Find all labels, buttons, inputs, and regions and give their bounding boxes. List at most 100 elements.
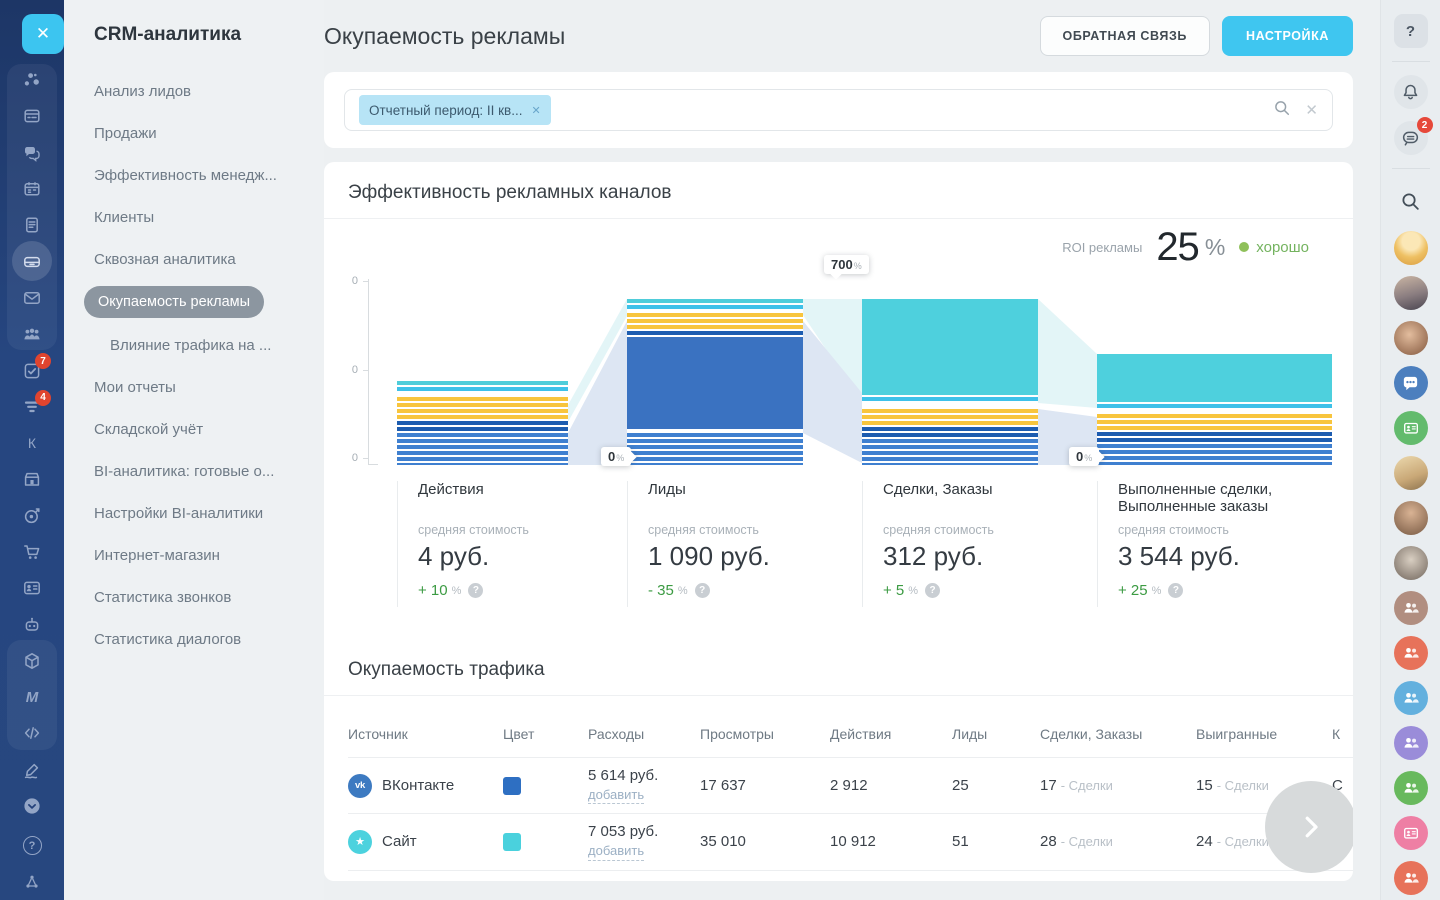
views-value: 17 637 [700,758,830,814]
feedback-button[interactable]: ОБРАТНАЯ СВЯЗЬ [1040,16,1210,56]
messenger-icon[interactable] [0,135,64,171]
col-leads: Лиды [952,696,1040,758]
network-icon[interactable] [0,62,64,98]
sales-funnel-icon[interactable]: 4 [0,389,64,425]
scroll-right-button[interactable] [1265,781,1353,873]
chip-close-icon[interactable]: ✕ [531,104,540,117]
sidebar-item-clients[interactable]: Клиенты [64,196,324,238]
sidebar-item-bi-ready[interactable]: BI-аналитика: готовые о... [64,450,324,492]
group-chat-avatar[interactable] [1394,366,1428,400]
add-spend-link[interactable]: добавить [588,787,644,804]
k-service-icon[interactable]: К [0,425,64,461]
group-avatar[interactable] [1394,681,1428,715]
help-button[interactable]: ? [1394,14,1428,48]
report-period-chip[interactable]: Отчетный период: II кв... ✕ [359,95,551,125]
table-row-site[interactable]: ★Сайт 7 053 руб.добавить 35 010 10 912 5… [348,814,1353,870]
contact-card-avatar[interactable] [1394,816,1428,850]
leads-value: 25 [952,758,1040,814]
sign-pen-icon[interactable] [0,752,64,788]
search-icon[interactable] [1400,191,1421,217]
group-avatar[interactable] [1394,591,1428,625]
search-icon[interactable] [1273,99,1291,122]
shop-cart-icon[interactable] [0,534,64,570]
crm-card-icon[interactable] [0,570,64,606]
group-avatar[interactable] [1394,726,1428,760]
sidebar-item-bi-settings[interactable]: Настройки BI-аналитики [64,492,324,534]
collapse-icon[interactable] [0,788,64,824]
sidebar-item-sales[interactable]: Продажи [64,112,324,154]
people-pair-icon [1402,869,1420,887]
warehouse-cube-icon[interactable] [0,643,64,679]
close-sidebar-button[interactable]: ✕ [22,14,64,54]
sidebar-title: CRM-аналитика [64,0,324,46]
stage-stat-deals: Сделки, Заказы средняя стоимость 312 руб… [862,481,1077,607]
funnel-chart: 0 0 0 [324,275,1329,465]
developers-code-icon[interactable] [0,715,64,751]
group-avatar[interactable] [1394,771,1428,805]
deals-value: 28 [1040,833,1057,850]
avatar[interactable] [1394,456,1428,490]
sidebar-item-dialog-stats[interactable]: Статистика диалогов [64,618,324,660]
traffic-section-title: Окупаемость трафика [348,659,1329,681]
hint-icon[interactable]: ? [925,583,940,598]
calendar-icon[interactable] [0,171,64,207]
bot-icon[interactable] [0,606,64,642]
tasks-badge: 7 [35,353,51,369]
group-avatar[interactable] [1394,636,1428,670]
clear-filter-icon[interactable]: ✕ [1305,103,1318,118]
moysklad-icon[interactable]: M [0,679,64,715]
chip-label: Отчетный период: II кв... [369,103,522,118]
table-header-row: Источник Цвет Расходы Просмотры Действия… [348,696,1353,758]
sidebar-item-online-store[interactable]: Интернет-магазин [64,534,324,576]
funnel-bar-actions[interactable] [397,381,568,465]
avatar[interactable] [1394,546,1428,580]
add-spend-link[interactable]: добавить [588,843,644,860]
col-spend: Расходы [588,696,700,758]
integrations-icon[interactable] [0,864,64,900]
contact-card-avatar[interactable] [1394,411,1428,445]
avatar[interactable] [1394,501,1428,535]
hint-icon[interactable]: ? [695,583,710,598]
avatar[interactable] [1394,321,1428,355]
sidebar-item-lead-analysis[interactable]: Анализ лидов [64,70,324,112]
sidebar-item-ad-payback[interactable]: Окупаемость рекламы [64,280,324,324]
filter-search-input[interactable]: Отчетный период: II кв... ✕ ✕ [344,89,1333,131]
table-row-vk[interactable]: vkВКонтакте 5 614 руб.добавить 17 637 2 … [348,758,1353,814]
won-note: - Сделки [1217,778,1269,793]
spend-value: 5 614 руб. [588,767,700,784]
conversion-tooltip-0a: 0% [601,447,631,466]
group-avatar[interactable] [1394,861,1428,895]
tasks-icon[interactable]: 7 [0,352,64,388]
sidebar-item-call-stats[interactable]: Статистика звонков [64,576,324,618]
series-color-swatch [503,777,521,795]
hint-icon[interactable]: ? [1168,583,1183,598]
filter-card: Отчетный период: II кв... ✕ ✕ [324,72,1353,148]
storage-icon[interactable] [0,243,64,279]
sidebar-item-manager-efficiency[interactable]: Эффективность менедж... [64,154,324,196]
goals-icon[interactable] [0,498,64,534]
funnel-bar-deals[interactable] [862,299,1038,465]
sidebar-item-end-to-end-analytics[interactable]: Сквозная аналитика [64,238,324,280]
mail-icon[interactable] [0,280,64,316]
divider [324,218,1353,219]
people-pair-icon [1402,689,1420,707]
sidebar-item-my-reports[interactable]: Мои отчеты [64,366,324,408]
funnel-bar-leads[interactable] [627,299,803,465]
divider [1392,168,1430,169]
avatar[interactable] [1394,276,1428,310]
kanban-icon[interactable] [0,98,64,134]
dialogs-icon[interactable]: 2 [1394,121,1428,155]
help-icon[interactable]: ? [0,827,64,863]
documents-icon[interactable] [0,207,64,243]
col-clipped: К [1332,696,1353,758]
hint-icon[interactable]: ? [468,583,483,598]
marketplace-icon[interactable] [0,461,64,497]
notifications-bell-icon[interactable] [1394,75,1428,109]
settings-button[interactable]: НАСТРОЙКА [1222,16,1353,56]
avatar[interactable] [1394,231,1428,265]
main-content: Окупаемость рекламы ОБРАТНАЯ СВЯЗЬ НАСТР… [324,0,1353,900]
funnel-bar-completed[interactable] [1097,354,1332,465]
contacts-group-icon[interactable] [0,316,64,352]
sidebar-item-traffic-influence[interactable]: Влияние трафика на ... [64,324,324,366]
sidebar-item-warehouse[interactable]: Складской учёт [64,408,324,450]
